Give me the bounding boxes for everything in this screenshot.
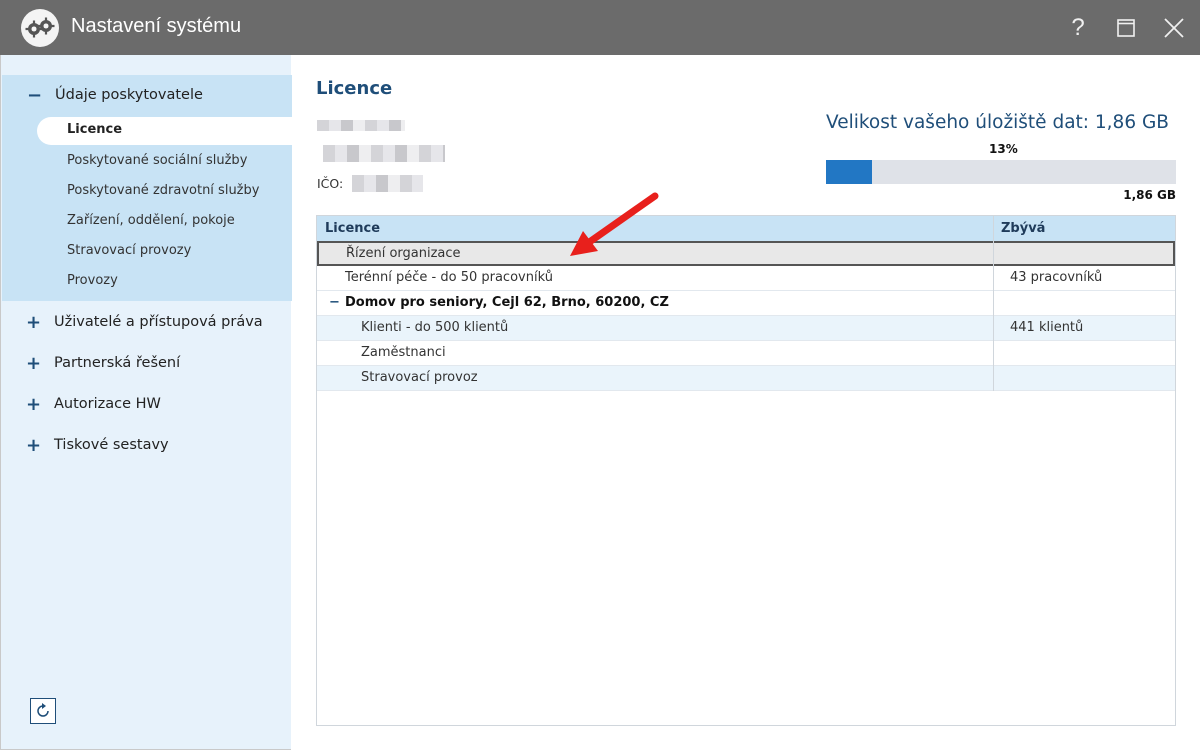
close-button[interactable] <box>1157 12 1191 44</box>
table-header: Licence Zbývá <box>317 216 1175 241</box>
column-header-remaining[interactable]: Zbývá <box>1001 221 1045 236</box>
page-title: Licence <box>316 78 393 99</box>
maximize-button[interactable] <box>1109 12 1143 44</box>
storage-percent: 13% <box>989 142 1018 156</box>
column-header-licence[interactable]: Licence <box>325 221 380 236</box>
row-licence-name: Stravovací provoz <box>361 370 478 385</box>
sidebar-item-health-services[interactable]: Poskytované zdravotní služby <box>67 181 259 201</box>
table-row[interactable]: Stravovací provoz <box>317 366 1175 391</box>
sidebar: − Údaje poskytovatele Licence Poskytovan… <box>0 55 292 750</box>
row-remaining: 43 pracovníků <box>1010 270 1103 285</box>
row-remaining: 441 klientů <box>1010 320 1084 335</box>
close-icon <box>1164 18 1184 38</box>
sidebar-section-label: Údaje poskytovatele <box>55 87 203 103</box>
sidebar-item-catering[interactable]: Stravovací provozy <box>67 241 191 261</box>
column-divider <box>993 216 994 391</box>
collapse-icon[interactable]: − <box>329 295 340 310</box>
sidebar-section-hw-auth[interactable]: + Autorizace HW <box>26 393 161 415</box>
sidebar-item-operations[interactable]: Provozy <box>67 271 118 291</box>
collapse-icon: − <box>27 84 43 106</box>
redacted-provider-address <box>323 145 445 162</box>
ico-label: IČO: <box>317 176 344 191</box>
sidebar-section-provider-data[interactable]: − Údaje poskytovatele <box>27 84 203 106</box>
window-title: Nastavení systému <box>71 15 242 37</box>
row-licence-name: Klienti - do 500 klientů <box>361 320 509 335</box>
sidebar-section-label: Partnerská řešení <box>54 355 181 371</box>
storage-total: 1,86 GB <box>1123 188 1176 202</box>
sidebar-section-print-reports[interactable]: + Tiskové sestavy <box>26 434 169 456</box>
refresh-icon <box>37 703 49 717</box>
row-licence-name: Domov pro seniory, Cejl 62, Brno, 60200,… <box>345 295 669 310</box>
sidebar-section-partners[interactable]: + Partnerská řešení <box>26 352 180 374</box>
table-row[interactable]: Klienti - do 500 klientů 441 klientů <box>317 316 1175 341</box>
sidebar-item-label: Licence <box>67 122 123 137</box>
sidebar-section-users[interactable]: + Uživatelé a přístupová práva <box>26 311 263 333</box>
expand-icon: + <box>26 311 42 333</box>
maximize-icon <box>1117 19 1135 37</box>
storage-progress-bar <box>826 160 1176 184</box>
redacted-provider-name <box>317 120 405 131</box>
table-row[interactable]: Terénní péče - do 50 pracovníků 43 praco… <box>317 266 1175 291</box>
sidebar-item-licence[interactable]: Licence <box>37 117 292 145</box>
sidebar-section-label: Tiskové sestavy <box>54 437 169 453</box>
sidebar-section-label: Uživatelé a přístupová práva <box>54 314 263 330</box>
annotation-arrow-icon <box>570 192 659 256</box>
licence-table: Licence Zbývá Řízení organizace Terénní … <box>316 215 1176 726</box>
expand-icon: + <box>26 393 42 415</box>
row-licence-name: Terénní péče - do 50 pracovníků <box>345 270 553 285</box>
redacted-ico-value <box>352 175 423 192</box>
row-licence-name: Řízení organizace <box>346 246 461 261</box>
storage-progress-fill <box>826 160 872 184</box>
expand-icon: + <box>26 352 42 374</box>
sidebar-item-facilities[interactable]: Zařízení, oddělení, pokoje <box>67 211 235 231</box>
sidebar-section-label: Autorizace HW <box>54 396 161 412</box>
title-bar: Nastavení systému ? <box>0 0 1200 55</box>
storage-title: Velikost vašeho úložiště dat: 1,86 GB <box>826 112 1169 133</box>
table-row[interactable]: Řízení organizace <box>317 241 1175 266</box>
help-button[interactable]: ? <box>1061 12 1095 44</box>
table-row-group[interactable]: − Domov pro seniory, Cejl 62, Brno, 6020… <box>317 291 1175 316</box>
row-licence-name: Zaměstnanci <box>361 345 446 360</box>
table-row[interactable]: Zaměstnanci <box>317 341 1175 366</box>
refresh-button[interactable] <box>30 698 56 724</box>
sidebar-item-social-services[interactable]: Poskytované sociální služby <box>67 151 247 171</box>
gears-icon <box>21 9 59 47</box>
expand-icon: + <box>26 434 42 456</box>
